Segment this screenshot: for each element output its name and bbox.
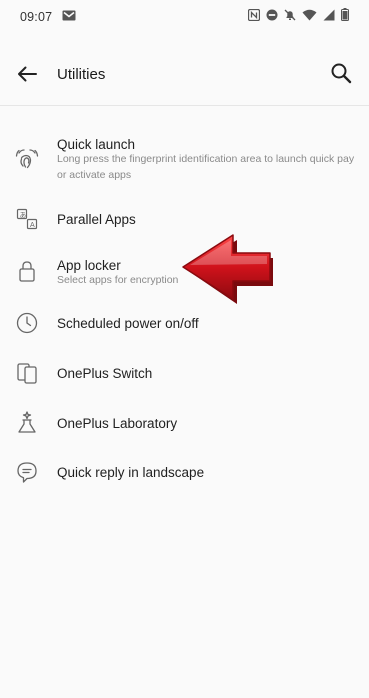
list-item-oneplus-laboratory[interactable]: OnePlus Laboratory (0, 404, 369, 444)
svg-text:A: A (30, 222, 35, 229)
item-title: OnePlus Switch (57, 366, 153, 381)
mute-icon (284, 8, 296, 26)
wifi-icon (302, 8, 317, 26)
back-arrow-icon (17, 66, 37, 87)
phone-switch-icon (14, 360, 40, 386)
flask-icon (14, 410, 40, 436)
back-button[interactable] (14, 63, 40, 89)
gmail-icon (62, 8, 76, 26)
nfc-icon (247, 8, 261, 26)
list-item-quick-launch[interactable]: Quick launch Long press the fingerprint … (0, 124, 369, 186)
app-bar: Utilities (0, 52, 369, 100)
quick-launch-icon (14, 145, 40, 171)
do-not-disturb-icon (266, 8, 278, 26)
item-subtitle: Long press the fingerprint identificatio… (57, 153, 355, 181)
battery-icon (341, 8, 349, 26)
item-title: Quick launch (57, 137, 136, 152)
item-title: OnePlus Laboratory (57, 416, 178, 431)
item-title: App locker (57, 258, 121, 273)
parallel-apps-icon: あ A (14, 206, 40, 232)
list-item-scheduled-power[interactable]: Scheduled power on/off (0, 304, 369, 344)
item-title: Quick reply in landscape (57, 465, 205, 480)
status-time: 09:07 (20, 10, 53, 24)
search-icon (330, 62, 352, 89)
status-bar: 09:07 (0, 0, 369, 34)
signal-icon (323, 8, 335, 26)
search-button[interactable] (327, 61, 355, 89)
svg-text:あ: あ (20, 211, 27, 219)
clock-icon (14, 310, 40, 336)
list-item-quick-reply[interactable]: Quick reply in landscape (0, 453, 369, 493)
item-title: Scheduled power on/off (57, 316, 199, 331)
item-title: Parallel Apps (57, 212, 136, 227)
chat-bubble-icon (14, 459, 40, 485)
app-bar-divider (0, 105, 369, 106)
lock-icon (14, 258, 40, 284)
page-title: Utilities (57, 66, 106, 83)
annotation-arrow (178, 231, 278, 309)
list-item-oneplus-switch[interactable]: OnePlus Switch (0, 354, 369, 394)
